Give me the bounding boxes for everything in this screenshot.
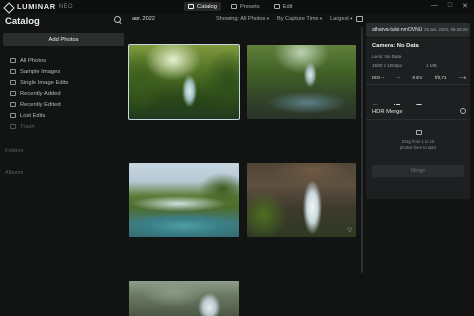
add-photos-button[interactable]: Add Photos — [3, 33, 124, 46]
capture-date: 29 авг. 2022, 09:29:28 — [424, 27, 468, 32]
module-tabs: Catalog Presets Edit — [184, 2, 297, 11]
divider — [366, 119, 470, 120]
minimize-button[interactable]: — — [431, 2, 438, 10]
camera-info: Camera: No Data — [372, 43, 419, 49]
albums-section-label[interactable]: Albums — [5, 170, 23, 176]
aperture-value: f/0,71 — [435, 75, 447, 80]
sidebar-item-recently-added[interactable]: Recently Added — [10, 88, 68, 99]
merge-button[interactable]: Merge — [372, 165, 464, 177]
tab-presets[interactable]: Presets — [227, 2, 264, 11]
grid-scrollbar[interactable] — [361, 27, 363, 273]
tab-catalog[interactable]: Catalog — [184, 2, 221, 11]
info-panel: atharva-tulsi-nmOVNU 29 авг. 2022, 09:29… — [366, 22, 470, 316]
catalog-icon — [188, 4, 194, 9]
sidebar-item-label: Trash — [20, 123, 35, 130]
photo-thumbnail[interactable] — [247, 45, 356, 119]
iso-value: ISO -- — [372, 75, 385, 80]
sidebar-item-lost-edits[interactable]: Lost Edits — [10, 110, 68, 121]
showing-filter-dropdown[interactable]: Showing: All Photos — [216, 16, 269, 22]
sidebar: Catalog Add Photos All Photos Sample Ima… — [0, 13, 126, 316]
drop-line-2: photos here to start — [399, 145, 437, 150]
folders-section-label[interactable]: Folders — [5, 148, 23, 154]
photo-thumbnail[interactable] — [128, 44, 240, 120]
image-dimensions: 1500 x 1004px — [372, 63, 403, 68]
app-logo: LUMINAR NEO — [5, 2, 73, 11]
panel-toggle-icon[interactable] — [356, 16, 363, 22]
window-controls: — □ ✕ — [431, 2, 468, 10]
sidebar-title: Catalog — [5, 16, 40, 27]
sidebar-item-label: Sample Images — [20, 68, 61, 75]
presets-icon — [230, 4, 237, 9]
logo-sub: NEO — [58, 3, 73, 10]
maximize-button[interactable]: □ — [448, 2, 452, 10]
thumbnail-size-dropdown[interactable]: Largest — [330, 16, 352, 22]
sidebar-item-trash[interactable]: Trash — [10, 121, 68, 132]
exposure-value: 0 EV — [412, 75, 423, 80]
shutter-value: ---s — [459, 75, 466, 80]
top-bar: LUMINAR NEO Catalog Presets Edit — □ ✕ — [0, 0, 474, 13]
logo-text: LUMINAR — [17, 2, 56, 11]
sort-dropdown[interactable]: By Capture Time — [277, 16, 322, 22]
drop-photos-icon — [416, 130, 422, 135]
date-heading: авг. 2022 — [132, 16, 155, 22]
photos-icon — [10, 58, 16, 63]
sidebar-item-recently-edited[interactable]: Recently Edited — [10, 99, 68, 110]
focal-value: -- — [396, 75, 400, 80]
tab-label: Presets — [239, 3, 260, 10]
photo-thumbnail[interactable]: ♡ — [247, 163, 356, 237]
tab-edit[interactable]: Edit — [270, 2, 297, 11]
sidebar-item-label: Recently Edited — [20, 101, 61, 108]
search-icon[interactable] — [114, 16, 122, 24]
exif-row: ISO -- -- 0 EV f/0,71 ---s — [372, 75, 466, 80]
sidebar-item-label: Recently Added — [20, 90, 61, 97]
photo-thumbnail[interactable] — [129, 281, 239, 316]
edit-icon — [273, 4, 280, 9]
grid-toolbar: авг. 2022 Showing: All Photos By Capture… — [126, 13, 364, 25]
gear-icon[interactable] — [460, 108, 466, 114]
lost-edits-icon — [10, 113, 16, 118]
hdr-merge-title: HDR Merge — [372, 109, 403, 115]
filter-controls: Showing: All Photos By Capture Time Larg… — [216, 16, 352, 22]
hdr-merge-panel: HDR Merge Drag from 1 to 10 photos here … — [366, 105, 470, 199]
file-info-header: atharva-tulsi-nmOVNU 29 авг. 2022, 09:29… — [366, 23, 470, 37]
tab-label: Edit — [282, 3, 293, 10]
divider — [366, 84, 470, 85]
favorite-heart-icon[interactable]: ♡ — [347, 228, 352, 234]
sidebar-item-label: All Photos — [20, 57, 47, 64]
photo-thumbnail[interactable] — [129, 163, 239, 237]
recently-added-icon — [10, 91, 16, 96]
file-size: 1 MB — [426, 63, 437, 68]
sample-images-icon — [10, 69, 16, 74]
single-edit-icon — [10, 80, 16, 85]
sidebar-item-all-photos[interactable]: All Photos — [10, 55, 68, 66]
close-button[interactable]: ✕ — [462, 2, 468, 10]
luminar-logo-icon — [5, 3, 14, 11]
file-name: atharva-tulsi-nmOVNU — [372, 27, 423, 33]
catalog-nav: All Photos Sample Images Single Image Ed… — [10, 55, 68, 132]
lens-info: Lens: No Data — [372, 54, 402, 59]
sidebar-item-single-image-edits[interactable]: Single Image Edits — [10, 77, 68, 88]
tab-label: Catalog — [197, 3, 217, 10]
sidebar-item-sample-images[interactable]: Sample Images — [10, 66, 68, 77]
recently-edited-icon — [10, 102, 16, 107]
drop-instructions: Drag from 1 to 10 photos here to start — [366, 139, 470, 151]
trash-icon — [10, 124, 16, 129]
sidebar-item-label: Single Image Edits — [20, 79, 69, 86]
sidebar-item-label: Lost Edits — [20, 112, 46, 119]
